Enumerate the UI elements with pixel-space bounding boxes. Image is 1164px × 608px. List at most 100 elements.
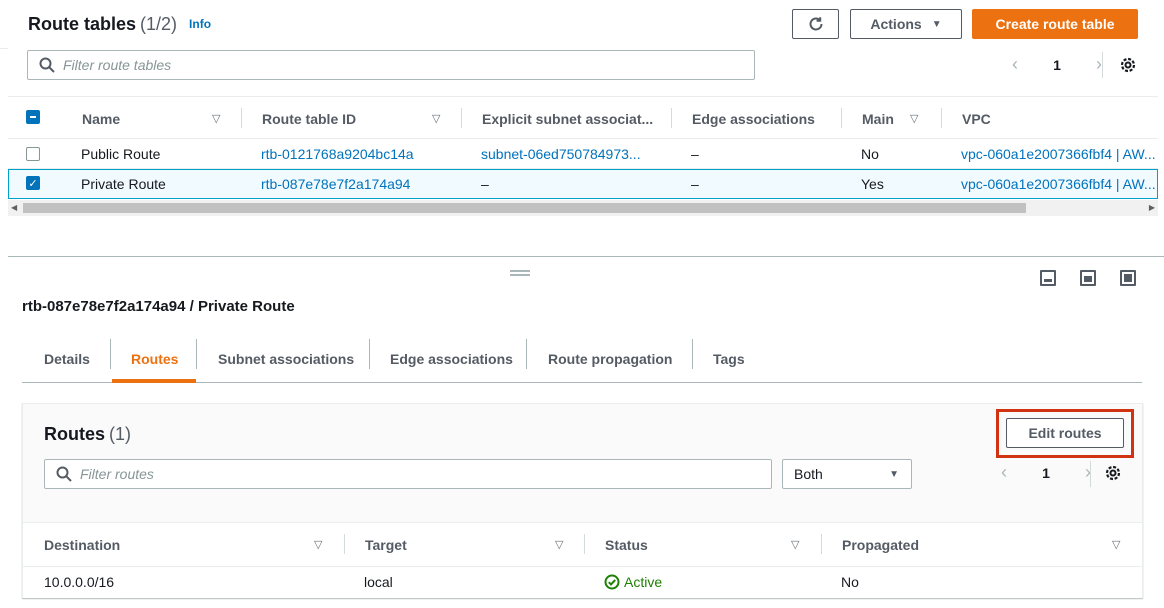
col-destination-label: Destination (44, 536, 121, 553)
tab-route-propagation[interactable]: Route propagation (548, 336, 672, 382)
col-status-label: Status (605, 536, 648, 553)
tab-divider (110, 339, 111, 369)
refresh-button[interactable] (792, 9, 839, 39)
sort-icon: ▽ (314, 539, 323, 551)
col-divider (344, 534, 345, 554)
col-divider (584, 534, 585, 554)
active-tab-indicator (112, 379, 196, 383)
col-divider (241, 108, 242, 128)
drag-handle-icon[interactable] (510, 270, 530, 278)
cell-edge: – (691, 146, 699, 162)
pager-divider (1102, 52, 1103, 78)
cell-route-table-id[interactable]: rtb-087e78e7f2a174a94 (261, 169, 410, 199)
page-header: Route tables (1/2) Info (28, 8, 211, 40)
cell-subnet: – (481, 176, 489, 192)
row-checkbox-checked[interactable]: ✓ (26, 176, 40, 190)
col-main[interactable]: Main ▽ (862, 97, 918, 140)
col-divider (941, 108, 942, 128)
cell-vpc[interactable]: vpc-060a1e2007366fbf4 | AW... (961, 169, 1157, 199)
row-checkbox[interactable] (26, 147, 40, 161)
page-title: Route tables (1/2) (28, 14, 177, 35)
chevron-left-icon[interactable]: ‹ (1012, 54, 1018, 75)
search-icon (39, 57, 55, 73)
current-page[interactable]: 1 (1053, 57, 1061, 73)
routes-count: (1) (109, 424, 132, 444)
cell-subnet[interactable]: subnet-06ed750784973... (481, 139, 641, 169)
col-divider (821, 534, 822, 554)
cell-propagated: No (841, 574, 859, 590)
tab-subnet-associations[interactable]: Subnet associations (218, 336, 354, 382)
scroll-right-icon[interactable]: ▶ (1149, 203, 1155, 212)
select-all-checkbox[interactable] (26, 110, 40, 124)
col-propagated[interactable]: Propagated ▽ (842, 523, 1120, 566)
cell-status: Active (604, 567, 662, 597)
pagination-routes: ‹ 1 › (1001, 462, 1091, 483)
cell-edge: – (691, 176, 699, 192)
sort-icon: ▽ (555, 539, 564, 551)
col-id-label: Route table ID (262, 110, 357, 127)
detail-tabs: Details Routes Subnet associations Edge … (22, 336, 1142, 383)
routes-card: Routes(1) Edit routes Both ▼ ‹ 1 › Desti… (22, 403, 1143, 598)
routes-search-input[interactable] (80, 466, 734, 482)
col-status[interactable]: Status ▽ (605, 523, 799, 566)
scrollbar-thumb[interactable] (23, 203, 1026, 213)
page-title-text: Route tables (28, 13, 137, 34)
refresh-icon (809, 17, 822, 31)
chevron-left-icon[interactable]: ‹ (1001, 462, 1007, 483)
tab-divider (369, 339, 370, 369)
cell-destination: 10.0.0.0/16 (44, 574, 115, 590)
split-bottom-icon[interactable] (1040, 270, 1056, 286)
current-page[interactable]: 1 (1042, 465, 1050, 481)
col-main-label: Main (862, 110, 894, 127)
route-filter-value: Both (794, 466, 823, 482)
route-filter-select[interactable]: Both ▼ (782, 459, 912, 489)
col-destination[interactable]: Destination ▽ (44, 523, 322, 566)
detail-title: rtb-087e78e7f2a174a94 / Private Route (22, 298, 295, 315)
tab-routes[interactable]: Routes (131, 336, 178, 382)
tab-divider (692, 339, 693, 369)
sort-icon: ▽ (432, 113, 441, 125)
sort-icon: ▽ (1112, 539, 1121, 551)
panel-splitter[interactable] (8, 256, 1164, 257)
routes-table-header: Destination ▽ Target ▽ Status ▽ Propagated ▽ (23, 523, 1142, 567)
table-header: Name ▽ Route table ID ▽ Explicit subnet as… (8, 96, 1158, 139)
col-vpc-label: VPC (962, 110, 991, 127)
col-edge-label: Edge associations (692, 110, 815, 127)
cell-route-table-id[interactable]: rtb-0121768a9204bc14a (261, 139, 414, 169)
nav-divider (0, 48, 8, 49)
horizontal-scrollbar[interactable]: ◀ ▶ (8, 200, 1158, 216)
col-edge-assoc[interactable]: Edge associations (692, 97, 815, 140)
routes-title: Routes (1) (44, 424, 131, 445)
actions-button[interactable]: Actions ▼ (850, 9, 962, 39)
gear-icon[interactable] (1103, 463, 1123, 483)
info-link[interactable]: Info (189, 17, 211, 31)
tab-tags[interactable]: Tags (713, 336, 745, 382)
route-tables-search-input[interactable] (63, 57, 717, 73)
table-row-selected[interactable]: ✓ Private Route rtb-087e78e7f2a174a94 – … (8, 169, 1158, 199)
col-route-table-id[interactable]: Route table ID ▽ (262, 97, 440, 140)
table-row[interactable]: Public Route rtb-0121768a9204bc14a subne… (8, 139, 1158, 169)
full-view-icon[interactable] (1120, 270, 1136, 286)
cell-target: local (364, 574, 393, 590)
split-side-icon[interactable] (1080, 270, 1096, 286)
create-route-table-button[interactable]: Create route table (972, 9, 1138, 39)
cell-vpc[interactable]: vpc-060a1e2007366fbf4 | AW... (961, 139, 1158, 169)
col-vpc[interactable]: VPC (962, 97, 991, 140)
sort-icon: ▽ (910, 113, 919, 125)
tab-edge-associations[interactable]: Edge associations (390, 336, 513, 382)
routes-card-header: Routes(1) Edit routes Both ▼ ‹ 1 › (23, 404, 1142, 523)
col-subnet-assoc[interactable]: Explicit subnet associat... (482, 97, 653, 140)
edit-routes-button[interactable]: Edit routes (1006, 418, 1124, 448)
col-target[interactable]: Target ▽ (365, 523, 563, 566)
col-subnet-label: Explicit subnet associat... (482, 110, 654, 127)
caret-down-icon: ▼ (889, 468, 899, 480)
sort-icon: ▽ (791, 539, 800, 551)
tab-divider (196, 339, 197, 369)
route-tables-panel: Route tables (1/2) Info Actions ▼ Create … (0, 0, 1164, 256)
gear-icon[interactable] (1118, 55, 1138, 75)
tab-details[interactable]: Details (44, 336, 90, 382)
col-divider (841, 108, 842, 128)
col-target-label: Target (365, 536, 407, 553)
col-name[interactable]: Name ▽ (82, 97, 220, 140)
scroll-left-icon[interactable]: ◀ (11, 203, 17, 212)
